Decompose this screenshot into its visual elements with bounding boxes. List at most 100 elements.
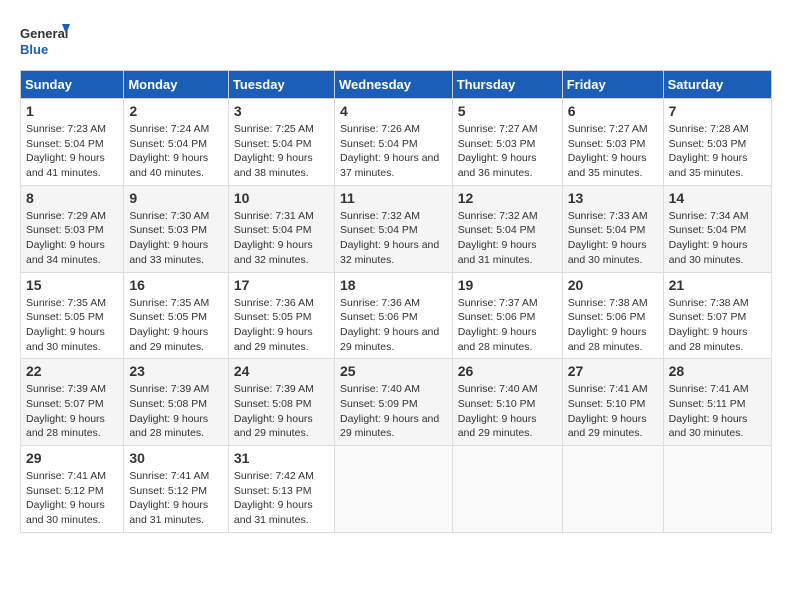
calendar-cell: 31 Sunrise: 7:42 AM Sunset: 5:13 PM Dayl…: [228, 446, 334, 533]
day-number: 13: [568, 190, 658, 206]
day-number: 1: [26, 103, 118, 119]
calendar-cell: 21 Sunrise: 7:38 AM Sunset: 5:07 PM Dayl…: [663, 272, 771, 359]
day-info: Sunrise: 7:31 AM Sunset: 5:04 PM Dayligh…: [234, 209, 329, 268]
day-info: Sunrise: 7:29 AM Sunset: 5:03 PM Dayligh…: [26, 209, 118, 268]
day-info: Sunrise: 7:36 AM Sunset: 5:05 PM Dayligh…: [234, 296, 329, 355]
calendar-cell: 4 Sunrise: 7:26 AM Sunset: 5:04 PM Dayli…: [334, 99, 452, 186]
day-number: 3: [234, 103, 329, 119]
day-number: 21: [669, 277, 766, 293]
calendar-cell: 12 Sunrise: 7:32 AM Sunset: 5:04 PM Dayl…: [452, 185, 562, 272]
calendar-cell: [663, 446, 771, 533]
day-number: 26: [458, 363, 557, 379]
day-number: 5: [458, 103, 557, 119]
calendar-cell: 26 Sunrise: 7:40 AM Sunset: 5:10 PM Dayl…: [452, 359, 562, 446]
calendar-cell: 28 Sunrise: 7:41 AM Sunset: 5:11 PM Dayl…: [663, 359, 771, 446]
calendar-cell: 19 Sunrise: 7:37 AM Sunset: 5:06 PM Dayl…: [452, 272, 562, 359]
day-number: 16: [129, 277, 223, 293]
day-info: Sunrise: 7:38 AM Sunset: 5:07 PM Dayligh…: [669, 296, 766, 355]
day-info: Sunrise: 7:41 AM Sunset: 5:10 PM Dayligh…: [568, 382, 658, 441]
col-header-saturday: Saturday: [663, 71, 771, 99]
day-number: 27: [568, 363, 658, 379]
calendar-cell: 18 Sunrise: 7:36 AM Sunset: 5:06 PM Dayl…: [334, 272, 452, 359]
calendar-cell: 20 Sunrise: 7:38 AM Sunset: 5:06 PM Dayl…: [562, 272, 663, 359]
day-number: 12: [458, 190, 557, 206]
calendar-cell: 30 Sunrise: 7:41 AM Sunset: 5:12 PM Dayl…: [124, 446, 229, 533]
calendar-cell: 11 Sunrise: 7:32 AM Sunset: 5:04 PM Dayl…: [334, 185, 452, 272]
day-info: Sunrise: 7:23 AM Sunset: 5:04 PM Dayligh…: [26, 122, 118, 181]
day-number: 29: [26, 450, 118, 466]
calendar-cell: 17 Sunrise: 7:36 AM Sunset: 5:05 PM Dayl…: [228, 272, 334, 359]
calendar-cell: 15 Sunrise: 7:35 AM Sunset: 5:05 PM Dayl…: [21, 272, 124, 359]
day-number: 10: [234, 190, 329, 206]
calendar-cell: 1 Sunrise: 7:23 AM Sunset: 5:04 PM Dayli…: [21, 99, 124, 186]
page-header: General Blue: [20, 20, 772, 60]
day-number: 30: [129, 450, 223, 466]
day-info: Sunrise: 7:41 AM Sunset: 5:12 PM Dayligh…: [26, 469, 118, 528]
col-header-monday: Monday: [124, 71, 229, 99]
calendar-cell: 25 Sunrise: 7:40 AM Sunset: 5:09 PM Dayl…: [334, 359, 452, 446]
day-number: 24: [234, 363, 329, 379]
day-number: 31: [234, 450, 329, 466]
calendar-cell: 24 Sunrise: 7:39 AM Sunset: 5:08 PM Dayl…: [228, 359, 334, 446]
day-info: Sunrise: 7:39 AM Sunset: 5:08 PM Dayligh…: [129, 382, 223, 441]
day-number: 7: [669, 103, 766, 119]
calendar-cell: 8 Sunrise: 7:29 AM Sunset: 5:03 PM Dayli…: [21, 185, 124, 272]
col-header-friday: Friday: [562, 71, 663, 99]
day-number: 9: [129, 190, 223, 206]
day-number: 6: [568, 103, 658, 119]
calendar-cell: 6 Sunrise: 7:27 AM Sunset: 5:03 PM Dayli…: [562, 99, 663, 186]
day-number: 28: [669, 363, 766, 379]
col-header-wednesday: Wednesday: [334, 71, 452, 99]
calendar-cell: 5 Sunrise: 7:27 AM Sunset: 5:03 PM Dayli…: [452, 99, 562, 186]
day-info: Sunrise: 7:25 AM Sunset: 5:04 PM Dayligh…: [234, 122, 329, 181]
day-info: Sunrise: 7:36 AM Sunset: 5:06 PM Dayligh…: [340, 296, 447, 355]
day-info: Sunrise: 7:27 AM Sunset: 5:03 PM Dayligh…: [458, 122, 557, 181]
day-number: 18: [340, 277, 447, 293]
day-info: Sunrise: 7:28 AM Sunset: 5:03 PM Dayligh…: [669, 122, 766, 181]
day-number: 4: [340, 103, 447, 119]
logo-svg: General Blue: [20, 20, 70, 60]
day-info: Sunrise: 7:30 AM Sunset: 5:03 PM Dayligh…: [129, 209, 223, 268]
day-info: Sunrise: 7:24 AM Sunset: 5:04 PM Dayligh…: [129, 122, 223, 181]
calendar-cell: 29 Sunrise: 7:41 AM Sunset: 5:12 PM Dayl…: [21, 446, 124, 533]
day-info: Sunrise: 7:40 AM Sunset: 5:09 PM Dayligh…: [340, 382, 447, 441]
day-number: 14: [669, 190, 766, 206]
day-number: 25: [340, 363, 447, 379]
day-info: Sunrise: 7:41 AM Sunset: 5:11 PM Dayligh…: [669, 382, 766, 441]
day-info: Sunrise: 7:27 AM Sunset: 5:03 PM Dayligh…: [568, 122, 658, 181]
day-info: Sunrise: 7:33 AM Sunset: 5:04 PM Dayligh…: [568, 209, 658, 268]
calendar-cell: 16 Sunrise: 7:35 AM Sunset: 5:05 PM Dayl…: [124, 272, 229, 359]
calendar-cell: 2 Sunrise: 7:24 AM Sunset: 5:04 PM Dayli…: [124, 99, 229, 186]
calendar-cell: 22 Sunrise: 7:39 AM Sunset: 5:07 PM Dayl…: [21, 359, 124, 446]
day-info: Sunrise: 7:37 AM Sunset: 5:06 PM Dayligh…: [458, 296, 557, 355]
day-number: 23: [129, 363, 223, 379]
calendar-table: SundayMondayTuesdayWednesdayThursdayFrid…: [20, 70, 772, 533]
day-info: Sunrise: 7:32 AM Sunset: 5:04 PM Dayligh…: [458, 209, 557, 268]
day-number: 8: [26, 190, 118, 206]
calendar-cell: 23 Sunrise: 7:39 AM Sunset: 5:08 PM Dayl…: [124, 359, 229, 446]
day-number: 11: [340, 190, 447, 206]
calendar-cell: 10 Sunrise: 7:31 AM Sunset: 5:04 PM Dayl…: [228, 185, 334, 272]
calendar-cell: 27 Sunrise: 7:41 AM Sunset: 5:10 PM Dayl…: [562, 359, 663, 446]
calendar-cell: 13 Sunrise: 7:33 AM Sunset: 5:04 PM Dayl…: [562, 185, 663, 272]
day-info: Sunrise: 7:41 AM Sunset: 5:12 PM Dayligh…: [129, 469, 223, 528]
svg-text:General: General: [20, 26, 68, 41]
day-info: Sunrise: 7:42 AM Sunset: 5:13 PM Dayligh…: [234, 469, 329, 528]
day-info: Sunrise: 7:35 AM Sunset: 5:05 PM Dayligh…: [26, 296, 118, 355]
day-info: Sunrise: 7:26 AM Sunset: 5:04 PM Dayligh…: [340, 122, 447, 181]
day-info: Sunrise: 7:32 AM Sunset: 5:04 PM Dayligh…: [340, 209, 447, 268]
day-info: Sunrise: 7:34 AM Sunset: 5:04 PM Dayligh…: [669, 209, 766, 268]
col-header-tuesday: Tuesday: [228, 71, 334, 99]
day-info: Sunrise: 7:39 AM Sunset: 5:07 PM Dayligh…: [26, 382, 118, 441]
day-info: Sunrise: 7:38 AM Sunset: 5:06 PM Dayligh…: [568, 296, 658, 355]
calendar-cell: [562, 446, 663, 533]
calendar-cell: 14 Sunrise: 7:34 AM Sunset: 5:04 PM Dayl…: [663, 185, 771, 272]
day-number: 19: [458, 277, 557, 293]
col-header-sunday: Sunday: [21, 71, 124, 99]
day-number: 20: [568, 277, 658, 293]
calendar-cell: 7 Sunrise: 7:28 AM Sunset: 5:03 PM Dayli…: [663, 99, 771, 186]
day-number: 17: [234, 277, 329, 293]
col-header-thursday: Thursday: [452, 71, 562, 99]
calendar-cell: 3 Sunrise: 7:25 AM Sunset: 5:04 PM Dayli…: [228, 99, 334, 186]
day-info: Sunrise: 7:40 AM Sunset: 5:10 PM Dayligh…: [458, 382, 557, 441]
